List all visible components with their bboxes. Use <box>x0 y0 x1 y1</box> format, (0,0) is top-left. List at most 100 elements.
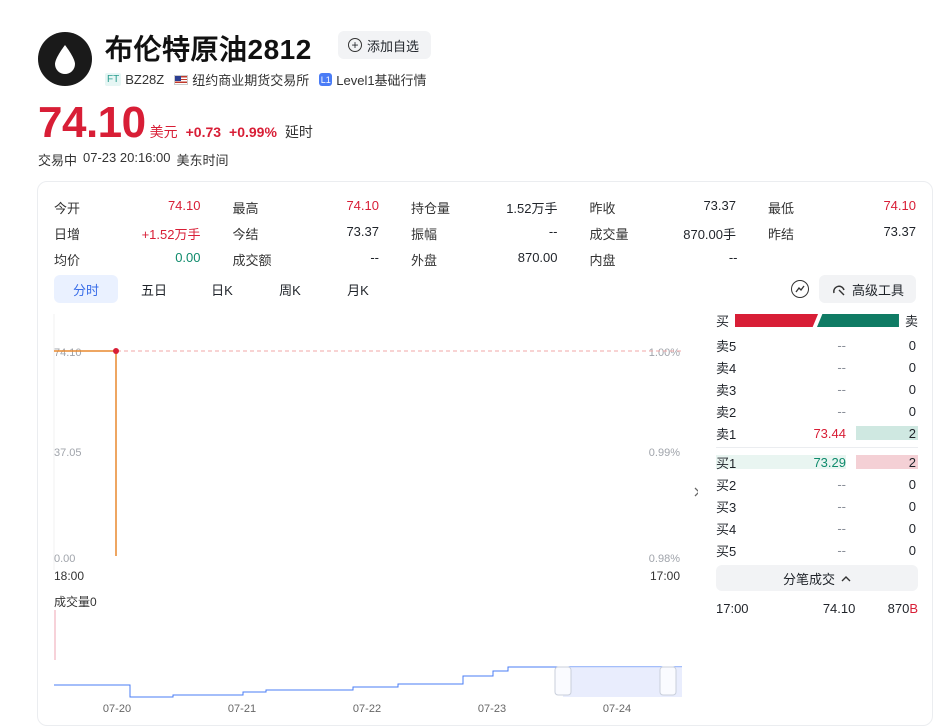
plus-circle-icon: + <box>348 38 362 52</box>
stat-label: 今开 <box>54 200 81 216</box>
advanced-tools-button[interactable]: 高级工具 <box>818 275 916 303</box>
stat-item: 最高 74.10 <box>233 198 412 217</box>
level-quantity: 0 <box>908 337 916 353</box>
trade-side: B <box>909 601 918 616</box>
status-timezone: 美东时间 <box>176 153 229 168</box>
ask-levels: 卖5 -- 0 卖4 -- 0 卖3 -- 0 卖2 -- 0 卖1 73.44 2 <box>716 334 918 444</box>
trade-volume: 870 <box>887 601 910 616</box>
chart-tab[interactable]: 分时 <box>54 275 118 303</box>
level-quantity: 0 <box>908 498 916 514</box>
x-axis-label: 17:00 <box>650 569 680 583</box>
indicator-toggle-icon[interactable] <box>790 280 809 298</box>
stat-label: 昨收 <box>589 200 616 216</box>
overview-date-label: 07-24 <box>603 703 631 715</box>
overview-handle-left <box>554 666 572 696</box>
pct-axis-label: 1.00% <box>649 347 680 359</box>
pct-axis-label: 0.98% <box>649 553 680 565</box>
add-watchlist-button[interactable]: + 添加自选 <box>338 31 432 59</box>
sell-ratio-fill <box>817 313 899 327</box>
stat-item: 成交量 870.00手 <box>590 224 769 243</box>
intraday-chart[interactable]: 74.10 37.05 0.00 1.00% 0.99% 0.98% 18:00 17:00 成… <box>38 310 698 726</box>
stat-item: 振幅 -- <box>411 224 590 243</box>
instrument-meta: FT BZ28Z 纽约商业期货交易所 L1 Level1基础行情 <box>105 70 427 89</box>
level-price: 73.44 <box>813 425 846 441</box>
level-label: 买3 <box>716 499 737 515</box>
stat-value: -- <box>728 249 738 265</box>
stat-item: 外盘 870.00 <box>411 250 590 269</box>
bid-row: 买5 -- 0 <box>716 539 918 561</box>
exchange-item: 纽约商业期货交易所 <box>174 70 309 89</box>
stats-row: 今开 74.10 最高 74.10 持仓量 1.52万手 昨收 73.37 最低 74.10 <box>54 194 920 220</box>
status-text: 交易中 <box>38 153 78 168</box>
level-label: 卖2 <box>716 404 737 420</box>
pct-axis-label: 0.99% <box>649 447 680 459</box>
stat-label: 外盘 <box>411 252 438 268</box>
level-quantity: 0 <box>908 520 916 536</box>
exchange-name: 纽约商业期货交易所 <box>192 73 310 88</box>
level-quantity: 0 <box>908 542 916 558</box>
stats-grid: 今开 74.10 最高 74.10 持仓量 1.52万手 昨收 73.37 最低 74.10 日增 +… <box>54 194 920 272</box>
trade-row: 17:00 74.10 870B <box>716 601 918 616</box>
stat-label: 成交额 <box>232 252 272 268</box>
level-price: -- <box>837 542 846 558</box>
ask-row: 卖3 -- 0 <box>716 378 918 400</box>
ft-tag-icon: FT <box>105 73 122 86</box>
level-quantity: 0 <box>908 359 916 375</box>
instrument-code: BZ28Z <box>125 72 165 87</box>
bid-row: 买2 -- 0 <box>716 473 918 495</box>
oil-drop-logo-icon <box>38 32 92 86</box>
ask-row: 卖5 -- 0 <box>716 334 918 356</box>
level-label: Level1基础行情 <box>336 73 427 88</box>
trade-price: 74.10 <box>822 601 856 616</box>
y-axis-label: 0.00 <box>54 553 75 565</box>
level-label: 卖4 <box>716 360 737 376</box>
stat-item: 成交额 -- <box>233 250 412 269</box>
chevron-up-icon <box>841 575 851 581</box>
stat-label: 昨结 <box>768 226 795 242</box>
level-label: 买4 <box>716 521 737 537</box>
level-price: -- <box>837 476 846 492</box>
stat-item: 今结 73.37 <box>233 224 412 243</box>
chart-tab[interactable]: 日K <box>190 275 254 303</box>
buy-ratio-label: 买 <box>716 313 730 329</box>
stat-value: 74.10 <box>883 197 916 213</box>
sell-ratio-label: 卖 <box>904 313 918 329</box>
chart-tabs: 分时 五日 日K 周K 月K <box>54 275 390 303</box>
page-title: 布伦特原油2812 <box>105 34 312 65</box>
stat-item: 日增 +1.52万手 <box>54 224 233 243</box>
order-book-ratio: 买 卖 <box>716 310 918 330</box>
bid-row: 买1 73.29 2 <box>716 451 918 473</box>
stat-value: 73.37 <box>703 197 736 213</box>
level-label: 卖1 <box>716 426 737 442</box>
stat-label: 均价 <box>54 252 81 268</box>
level-price: -- <box>837 359 846 375</box>
stat-label: 日增 <box>54 226 81 242</box>
chart-tab[interactable]: 月K <box>326 275 390 303</box>
add-watchlist-label: 添加自选 <box>367 38 420 54</box>
level-label: 卖5 <box>716 338 737 354</box>
trading-status: 交易中 07-23 20:16:00 美东时间 <box>38 150 229 169</box>
level-quantity: 2 <box>908 425 916 441</box>
y-axis-label: 74.10 <box>54 347 82 359</box>
overview-date-label: 07-23 <box>478 703 506 715</box>
overview-date-label: 07-21 <box>228 703 256 715</box>
tick-trades-toggle[interactable]: 分笔成交 <box>716 565 918 591</box>
level-item[interactable]: L1 Level1基础行情 <box>319 70 427 89</box>
chevron-right-icon <box>694 487 698 497</box>
x-axis-label: 18:00 <box>54 569 84 583</box>
chart-tab[interactable]: 五日 <box>122 275 186 303</box>
stat-label: 振幅 <box>411 226 438 242</box>
stat-label: 内盘 <box>589 252 616 268</box>
bid-row: 买3 -- 0 <box>716 495 918 517</box>
stat-value: 73.37 <box>346 223 379 239</box>
stat-value: 73.37 <box>883 223 916 239</box>
level1-badge-icon: L1 <box>319 73 333 86</box>
price-change-pct: +0.99% <box>229 124 277 140</box>
level-quantity: 0 <box>908 381 916 397</box>
chart-tab[interactable]: 周K <box>258 275 322 303</box>
level-price: -- <box>837 498 846 514</box>
stat-value: 870.00手 <box>683 226 736 242</box>
stat-item: 均价 0.00 <box>54 250 233 269</box>
level-price: -- <box>837 381 846 397</box>
level-label: 买5 <box>716 543 737 559</box>
